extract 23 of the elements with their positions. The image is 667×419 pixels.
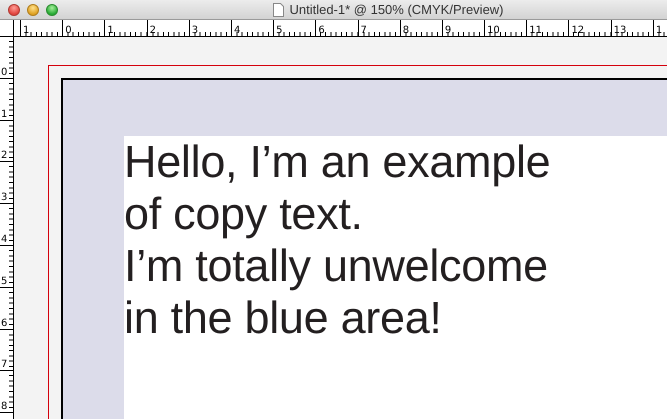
close-button[interactable]: [8, 4, 20, 16]
zoom-button[interactable]: [46, 4, 58, 16]
ruler-label: 5: [0, 276, 8, 287]
ruler-label: 10: [486, 26, 500, 36]
ruler-label: 6: [0, 318, 8, 329]
window-title: Untitled-1* @ 150% (CMYK/Preview): [289, 2, 504, 17]
ruler-label: 8: [0, 401, 8, 412]
ruler-label: 9: [444, 26, 452, 36]
ruler-label: 6: [317, 26, 325, 36]
minimize-button[interactable]: [27, 4, 39, 16]
ruler-label: 1: [0, 108, 8, 120]
document-icon: [273, 2, 284, 16]
ruler-label: 8: [402, 26, 410, 36]
ruler-label: 4: [232, 26, 240, 36]
ruler-label: 7: [360, 26, 367, 36]
ruler-label: 0: [0, 66, 8, 78]
ruler-label: 3: [0, 192, 8, 204]
ruler-label: 0: [64, 26, 72, 36]
copy-text: Hello, I’m an example of copy text. I’m totally unwelcome in the blue area!: [124, 136, 550, 344]
ruler-label: 7: [0, 359, 8, 370]
ruler-label: 4: [0, 234, 8, 245]
ruler-label: 2: [0, 150, 8, 162]
ruler-label: 5: [275, 26, 282, 36]
